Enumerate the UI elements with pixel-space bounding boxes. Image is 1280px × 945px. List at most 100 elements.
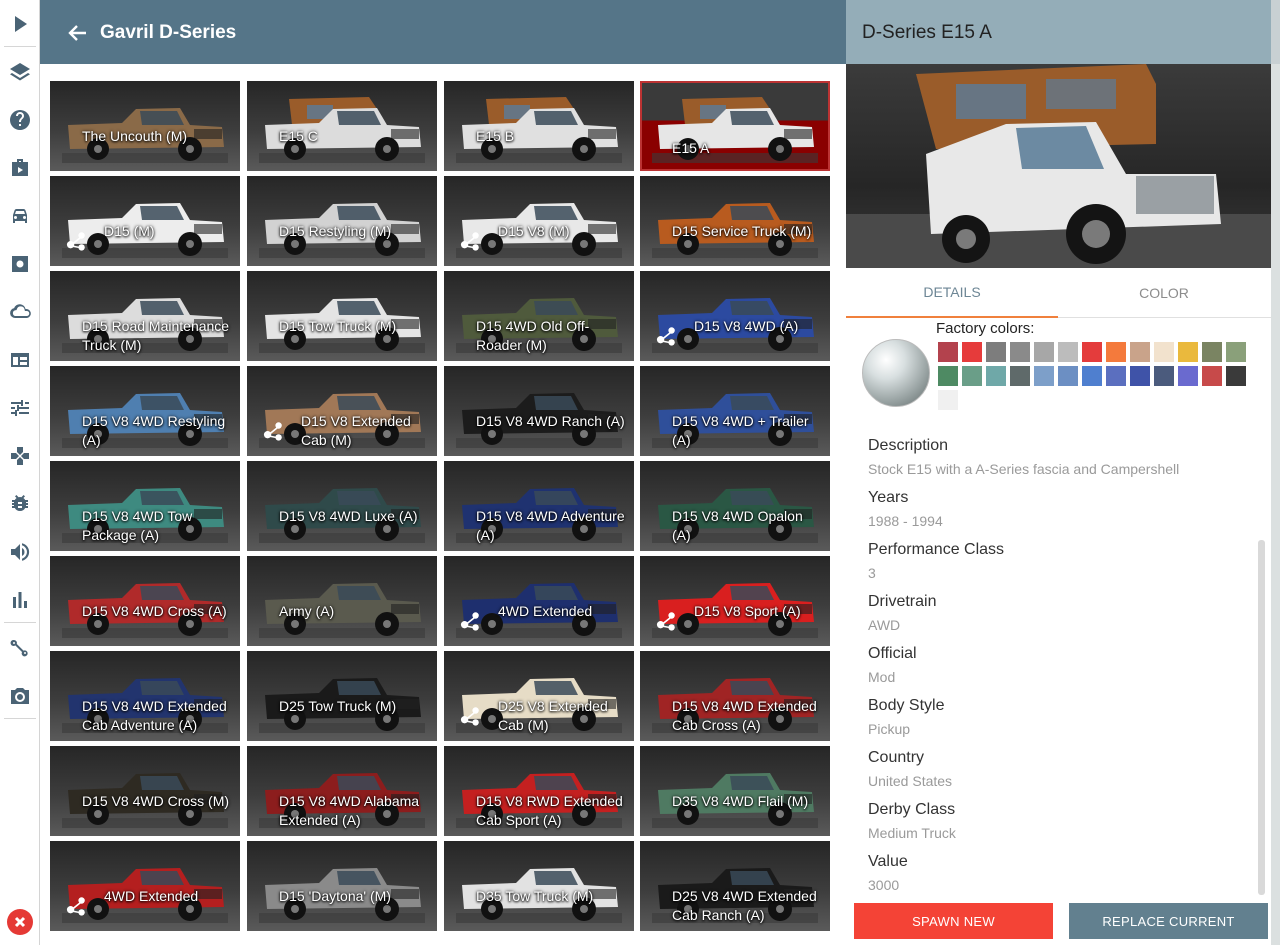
vehicle-tile[interactable]: D15 V8 4WD Tow Package (A) bbox=[50, 461, 240, 551]
vehicle-tile[interactable]: 4WD Extended bbox=[444, 556, 634, 646]
route-icon[interactable] bbox=[6, 634, 34, 662]
color-swatch[interactable] bbox=[962, 342, 982, 362]
share-icon bbox=[66, 895, 88, 917]
color-swatch[interactable] bbox=[1226, 366, 1246, 386]
color-swatch[interactable] bbox=[1202, 366, 1222, 386]
browser-icon[interactable] bbox=[6, 346, 34, 374]
vehicle-tile[interactable]: D25 V8 4WD Extended Cab Ranch (A) bbox=[640, 841, 830, 931]
color-swatch[interactable] bbox=[1130, 342, 1150, 362]
play-icon[interactable] bbox=[6, 10, 34, 38]
sliders-icon[interactable] bbox=[6, 394, 34, 422]
color-swatch[interactable] bbox=[1202, 342, 1222, 362]
vehicle-tile[interactable]: D15 Service Truck (M) bbox=[640, 176, 830, 266]
vehicle-tile[interactable]: D15 (M) bbox=[50, 176, 240, 266]
color-swatch[interactable] bbox=[1082, 366, 1102, 386]
vehicle-tile[interactable]: E15 C bbox=[247, 81, 437, 171]
share-icon bbox=[460, 610, 482, 632]
vehicle-tile[interactable]: D15 V8 4WD Luxe (A) bbox=[247, 461, 437, 551]
vehicle-tile[interactable]: D15 V8 4WD Opalon (A) bbox=[640, 461, 830, 551]
vehicle-tile[interactable]: D15 4WD Old Off-Roader (M) bbox=[444, 271, 634, 361]
vehicle-tile[interactable]: D15 V8 4WD Restyling (A) bbox=[50, 366, 240, 456]
vehicle-tile[interactable]: Army (A) bbox=[247, 556, 437, 646]
car-icon[interactable] bbox=[6, 202, 34, 230]
vehicle-tile[interactable]: The Uncouth (M) bbox=[50, 81, 240, 171]
vehicle-tile[interactable]: D25 Tow Truck (M) bbox=[247, 651, 437, 741]
property-value: United States bbox=[868, 773, 953, 789]
vehicle-tile[interactable]: D15 V8 4WD + Trailer (A) bbox=[640, 366, 830, 456]
vehicle-tile-label: D15 V8 4WD Luxe (A) bbox=[279, 508, 418, 524]
color-swatch[interactable] bbox=[986, 366, 1006, 386]
vehicle-tile[interactable]: D15 V8 4WD Alabama Extended (A) bbox=[247, 746, 437, 836]
vehicle-tile[interactable]: D15 V8 4WD Ranch (A) bbox=[444, 366, 634, 456]
briefcase-icon[interactable] bbox=[6, 154, 34, 182]
gamepad-icon[interactable] bbox=[6, 442, 34, 470]
color-swatch[interactable] bbox=[986, 342, 1006, 362]
tab-details[interactable]: DETAILS bbox=[846, 268, 1058, 318]
vehicle-grid[interactable]: The Uncouth (M) E15 C E15 B E15 A D15 (M) D15… bbox=[40, 64, 846, 945]
spawn-new-button[interactable]: SPAWN NEW bbox=[854, 903, 1053, 939]
color-swatch[interactable] bbox=[1154, 342, 1174, 362]
vehicle-tile[interactable]: E15 A bbox=[640, 81, 830, 171]
color-swatch[interactable] bbox=[1130, 366, 1150, 386]
share-icon bbox=[460, 705, 482, 727]
vehicle-tile[interactable]: D15 V8 4WD Extended Cab Adventure (A) bbox=[50, 651, 240, 741]
vehicle-tile[interactable]: 4WD Extended bbox=[50, 841, 240, 931]
property-label: Years bbox=[868, 489, 909, 506]
vehicle-tile-label: D15 V8 4WD Adventure (A) bbox=[476, 508, 625, 543]
color-swatch[interactable] bbox=[1106, 366, 1126, 386]
color-swatch[interactable] bbox=[1178, 342, 1198, 362]
color-swatch[interactable] bbox=[938, 390, 958, 410]
vehicle-tile[interactable]: D15 V8 4WD Adventure (A) bbox=[444, 461, 634, 551]
close-icon[interactable] bbox=[7, 909, 33, 935]
vehicle-tile-label: D15 V8 4WD Alabama Extended (A) bbox=[279, 793, 420, 828]
cloud-icon[interactable] bbox=[6, 298, 34, 326]
color-swatch[interactable] bbox=[962, 366, 982, 386]
vehicle-tile[interactable]: D15 V8 4WD Extended Cab Cross (A) bbox=[640, 651, 830, 741]
color-swatch[interactable] bbox=[1010, 342, 1030, 362]
vehicle-tile-label: D15 V8 Extended Cab (M) bbox=[301, 413, 411, 448]
settings-icon[interactable] bbox=[6, 250, 34, 278]
color-swatch[interactable] bbox=[1058, 366, 1078, 386]
color-swatch[interactable] bbox=[1010, 366, 1030, 386]
volume-icon[interactable] bbox=[6, 538, 34, 566]
vehicle-tile[interactable]: D15 V8 Sport (A) bbox=[640, 556, 830, 646]
help-icon[interactable] bbox=[6, 106, 34, 134]
color-swatch[interactable] bbox=[1034, 342, 1054, 362]
color-swatch[interactable] bbox=[1106, 342, 1126, 362]
vehicle-tile[interactable]: D15 'Daytona' (M) bbox=[247, 841, 437, 931]
paint-preview-sphere bbox=[862, 339, 930, 407]
vehicle-tile-label: D15 V8 4WD + Trailer (A) bbox=[672, 413, 809, 448]
color-swatch[interactable] bbox=[1154, 366, 1174, 386]
layers-icon[interactable] bbox=[6, 58, 34, 86]
bar-chart-icon[interactable] bbox=[6, 586, 34, 614]
tab-color[interactable]: COLOR bbox=[1058, 268, 1270, 318]
vehicle-tile[interactable]: D15 Restyling (M) bbox=[247, 176, 437, 266]
back-button[interactable] bbox=[66, 21, 90, 45]
vehicle-tile[interactable]: D35 V8 4WD Flail (M) bbox=[640, 746, 830, 836]
color-swatch[interactable] bbox=[938, 342, 958, 362]
vehicle-tile[interactable]: E15 B bbox=[444, 81, 634, 171]
vehicle-tile[interactable]: D15 V8 (M) bbox=[444, 176, 634, 266]
vehicle-tile[interactable]: D15 Tow Truck (M) bbox=[247, 271, 437, 361]
vehicle-tile[interactable]: D15 V8 4WD Cross (M) bbox=[50, 746, 240, 836]
vehicle-tile[interactable]: D25 V8 Extended Cab (M) bbox=[444, 651, 634, 741]
bug-icon[interactable] bbox=[6, 490, 34, 518]
detail-scrollbar[interactable] bbox=[1258, 540, 1265, 895]
vehicle-tile[interactable]: D15 Road Maintenance Truck (M) bbox=[50, 271, 240, 361]
color-swatch[interactable] bbox=[938, 366, 958, 386]
color-swatch[interactable] bbox=[1034, 366, 1054, 386]
vehicle-tile[interactable]: D35 Tow Truck (M) bbox=[444, 841, 634, 931]
share-icon bbox=[656, 325, 678, 347]
vehicle-tile[interactable]: D15 V8 RWD Extended Cab Sport (A) bbox=[444, 746, 634, 836]
color-swatch[interactable] bbox=[1226, 342, 1246, 362]
property-label: Drivetrain bbox=[868, 593, 937, 610]
camera-icon[interactable] bbox=[6, 682, 34, 710]
vehicle-tile[interactable]: D15 V8 4WD Cross (A) bbox=[50, 556, 240, 646]
color-swatch[interactable] bbox=[1082, 342, 1102, 362]
vehicle-tile[interactable]: D15 V8 Extended Cab (M) bbox=[247, 366, 437, 456]
property-value: Medium Truck bbox=[868, 825, 956, 841]
color-swatch[interactable] bbox=[1058, 342, 1078, 362]
replace-current-button[interactable]: REPLACE CURRENT bbox=[1069, 903, 1268, 939]
color-swatch[interactable] bbox=[1178, 366, 1198, 386]
vehicle-tile[interactable]: D15 V8 4WD (A) bbox=[640, 271, 830, 361]
